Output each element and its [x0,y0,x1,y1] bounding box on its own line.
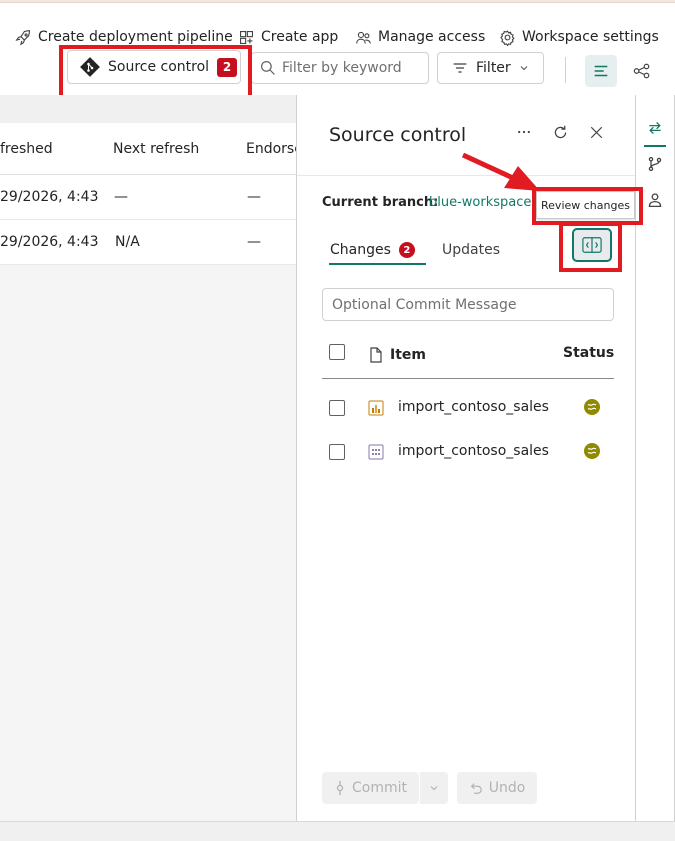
annotation-box-tooltip [532,187,643,225]
bottom-scrollbar[interactable] [0,821,675,841]
annotation-arrow-shaft [461,152,515,181]
annotation-overlay [461,152,540,191]
annotation-box-review-button [559,222,622,272]
